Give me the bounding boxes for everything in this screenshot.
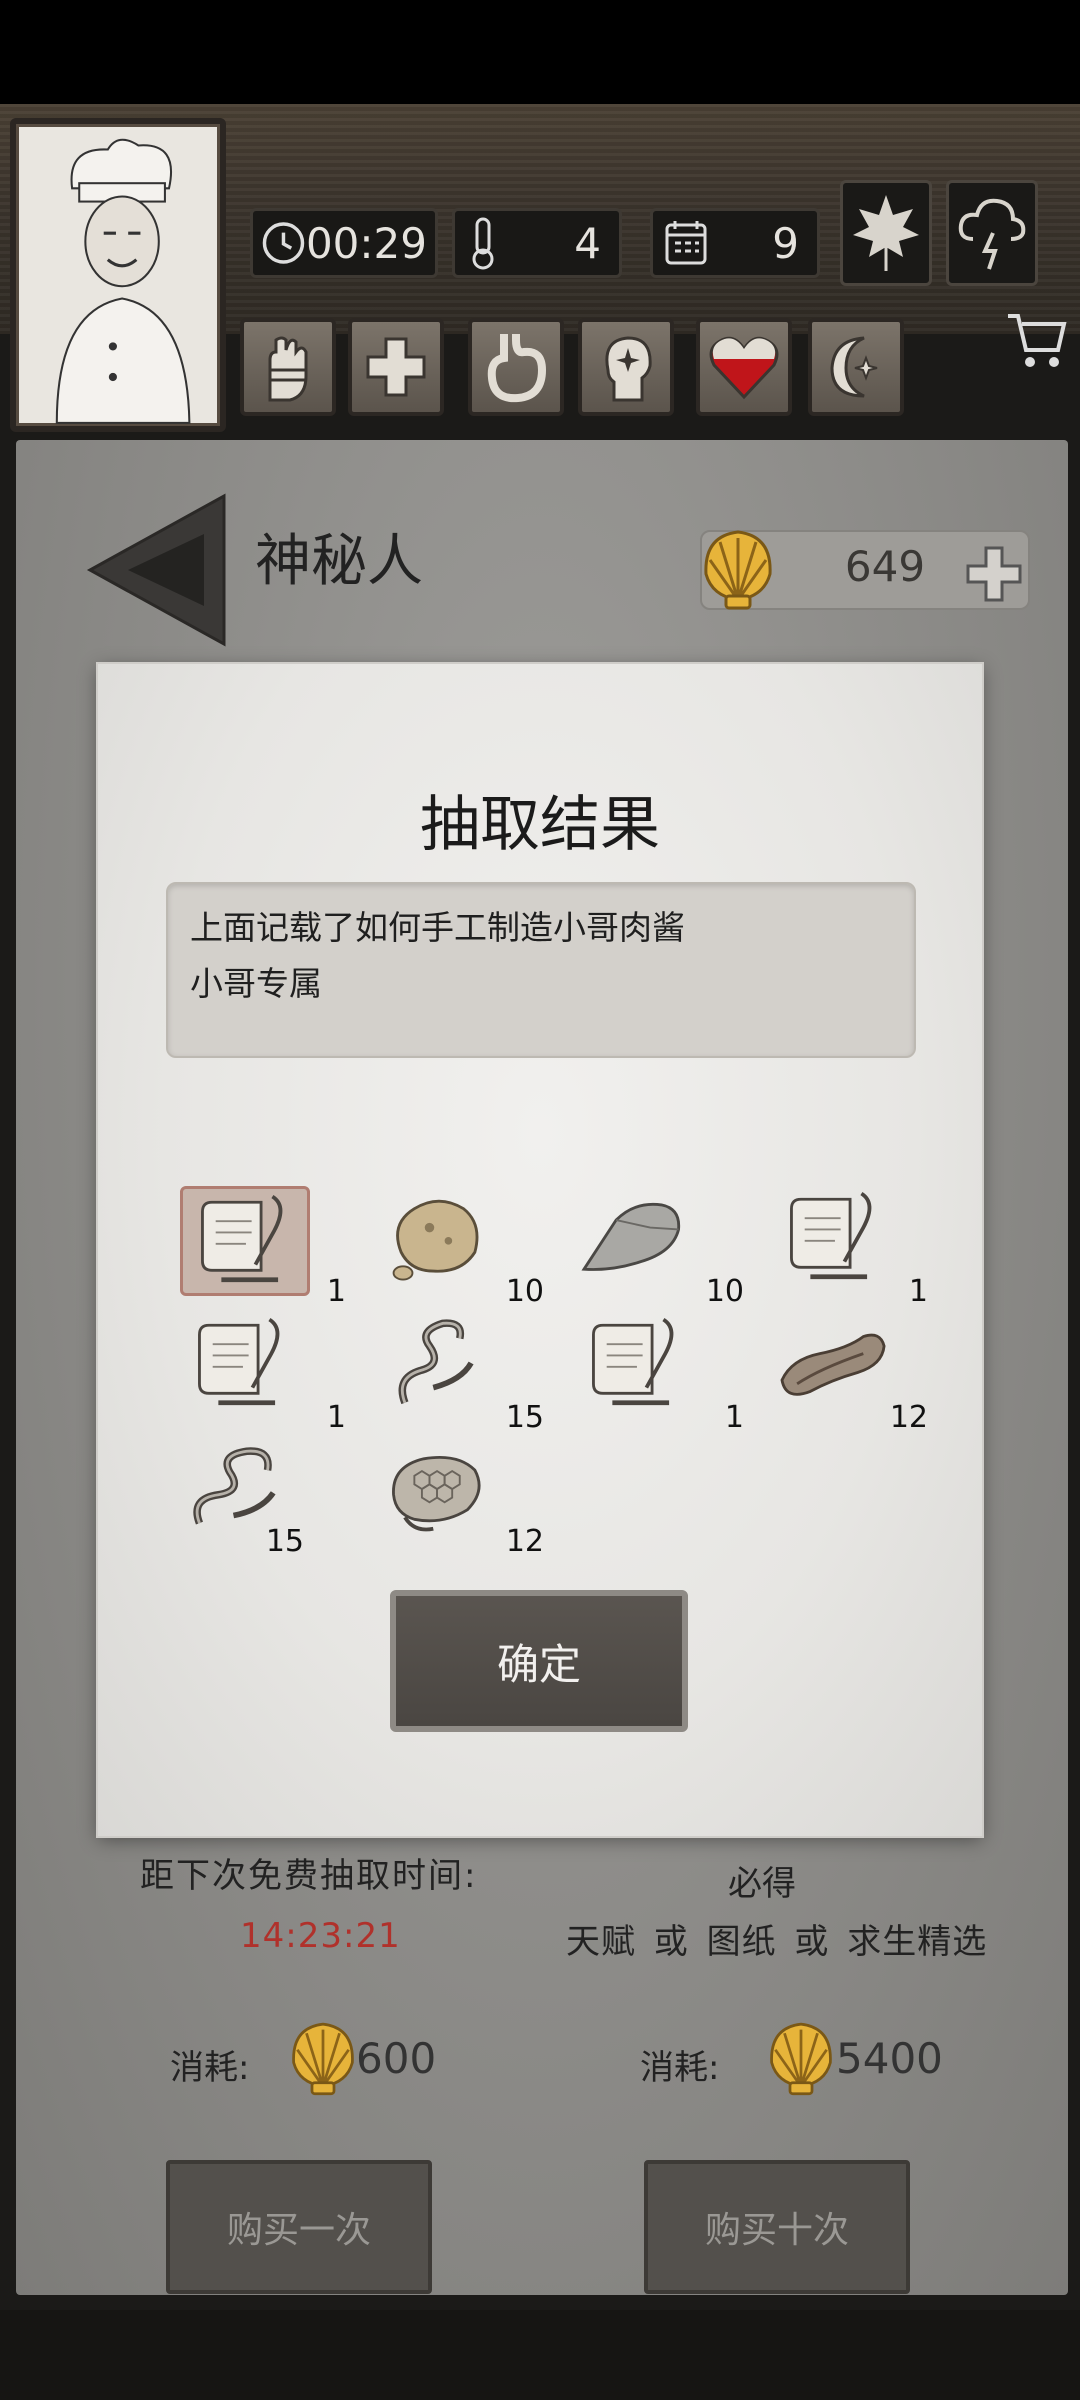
mental-status-button[interactable]	[578, 318, 674, 416]
buy-once-button[interactable]: 购买一次	[166, 2160, 432, 2294]
confirm-button[interactable]: 确定	[390, 1590, 688, 1732]
reward-count: 12	[505, 1524, 544, 1559]
medical-cross-icon	[366, 337, 426, 397]
single-cost-label: 消耗:	[170, 2048, 250, 2088]
reward-count: 1	[908, 1274, 928, 1309]
temperature-display: 4	[452, 208, 622, 278]
free-draw-timer: 14:23:21	[240, 1916, 401, 1956]
free-draw-label: 距下次免费抽取时间:	[140, 1856, 478, 1896]
shop-cart-button[interactable]	[1004, 296, 1068, 380]
shell-icon	[702, 526, 774, 612]
bottom-frame	[0, 2310, 1080, 2400]
page-title: 神秘人	[255, 529, 423, 594]
shell-icon	[768, 2018, 834, 2098]
temperature-value: 4	[574, 218, 601, 268]
season-button[interactable]	[840, 180, 932, 286]
bandaged-hand-icon	[268, 336, 308, 402]
shell-count: 649	[844, 542, 926, 591]
buy-ten-button[interactable]: 购买十次	[644, 2160, 910, 2294]
guarantee-label: 必得	[728, 1864, 796, 1904]
honeycomb-icon	[392, 1455, 481, 1532]
back-arrow-icon	[86, 493, 226, 647]
stomach-icon	[487, 334, 547, 403]
vitality-status-button[interactable]	[696, 318, 792, 416]
scroll-quill-icon	[592, 1317, 674, 1406]
reward-count: 1	[326, 1400, 346, 1435]
thermometer-icon	[472, 217, 494, 270]
reward-count: 1	[326, 1274, 346, 1309]
injury-status-button[interactable]	[240, 318, 336, 416]
vine-rope-icon	[398, 1319, 474, 1405]
description-line: 上面记载了如何手工制造小哥肉酱	[190, 908, 685, 947]
reward-count: 1	[724, 1400, 744, 1435]
hunger-status-button[interactable]	[468, 318, 564, 416]
calendar-icon	[665, 221, 707, 265]
clock-display: 00:29	[250, 208, 438, 278]
single-cost-value: 600	[356, 2034, 437, 2083]
clock-value: 00:29	[305, 218, 427, 268]
plus-icon	[966, 546, 1022, 602]
day-display: 9	[650, 208, 820, 278]
reward-count: 10	[705, 1274, 744, 1309]
head-sparkle-icon	[605, 336, 652, 402]
reward-count: 15	[505, 1400, 544, 1435]
reward-count: 10	[505, 1274, 544, 1309]
reward-count: 15	[265, 1524, 304, 1559]
rock-icon	[392, 1199, 479, 1281]
thunderstorm-icon	[958, 198, 1026, 270]
reward-count: 12	[889, 1400, 928, 1435]
clock-icon	[262, 222, 305, 264]
ten-cost-label: 消耗:	[640, 2048, 720, 2088]
shell-icon	[290, 2018, 356, 2098]
weather-button[interactable]	[946, 180, 1038, 286]
back-button[interactable]	[84, 490, 230, 650]
health-status-button[interactable]	[348, 318, 444, 416]
add-shells-button[interactable]	[966, 546, 1022, 602]
moon-star-icon	[830, 336, 878, 398]
heart-icon	[709, 336, 779, 400]
status-bar-area	[0, 0, 1080, 104]
ten-cost-value: 5400	[836, 2034, 943, 2083]
shopping-cart-icon	[1008, 314, 1067, 367]
guarantee-items: 天赋 或 图纸 或 求生精选	[566, 1922, 988, 1962]
item-description-box: 上面记载了如何手工制造小哥肉酱 小哥专属	[166, 882, 916, 1058]
sleep-status-button[interactable]	[808, 318, 904, 416]
description-line: 小哥专属	[190, 964, 322, 1003]
draw-result-dialog: 抽取结果 上面记载了如何手工制造小哥肉酱 小哥专属 1 10 10 1 1 15…	[98, 664, 982, 1836]
flint-stone-icon	[581, 1202, 681, 1271]
day-value: 9	[772, 218, 799, 268]
dialog-title: 抽取结果	[420, 790, 660, 860]
character-portrait[interactable]	[10, 118, 226, 432]
chef-avatar	[55, 138, 191, 424]
maple-leaf-icon	[853, 195, 919, 271]
